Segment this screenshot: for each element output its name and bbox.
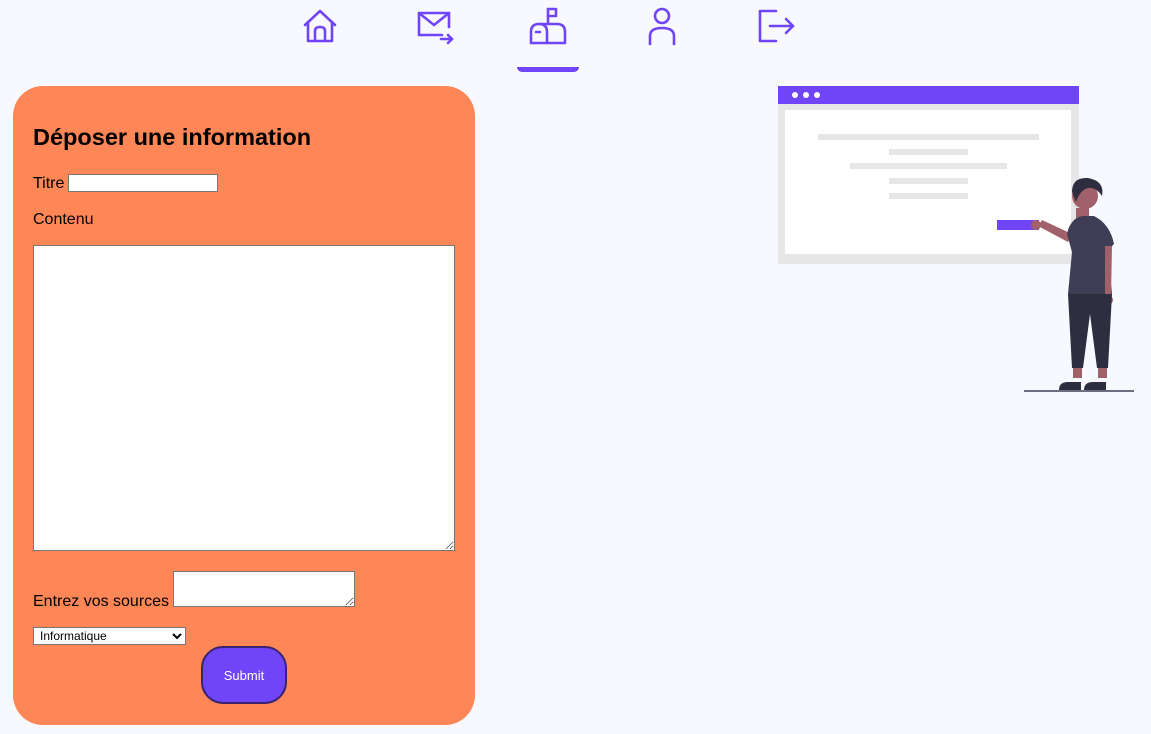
text-line [818, 134, 1039, 140]
submit-button[interactable]: Submit [201, 646, 287, 704]
mail-send-icon [417, 11, 454, 45]
contenu-textarea[interactable] [33, 245, 455, 551]
form-title: Déposer une information [33, 124, 312, 150]
text-line [850, 163, 1007, 169]
nav-home[interactable] [300, 6, 340, 46]
window-dot [814, 92, 820, 98]
deposit-form: Déposer une information Titre Contenu En… [13, 86, 475, 725]
window-dot [792, 92, 798, 98]
titre-input[interactable] [68, 174, 218, 192]
text-line [889, 178, 968, 184]
window-dot [803, 92, 809, 98]
browser-titlebar [778, 86, 1079, 104]
active-tab-indicator [517, 67, 579, 72]
mailbox-icon [529, 7, 567, 45]
nav-deposit[interactable] [528, 6, 568, 46]
text-line [889, 149, 968, 155]
top-navigation [0, 0, 1151, 75]
nav-messages[interactable] [414, 6, 454, 46]
logout-icon [758, 9, 795, 43]
sources-label: Entrez vos sources [33, 593, 170, 610]
nav-logout[interactable] [756, 6, 796, 46]
category-select[interactable]: Informatique [33, 627, 186, 645]
contenu-label: Contenu [33, 211, 94, 228]
titre-label: Titre [33, 175, 65, 192]
text-line [889, 193, 968, 199]
user-icon [648, 7, 676, 46]
person-presenting-illustration [778, 86, 1134, 392]
sources-textarea[interactable] [173, 571, 355, 607]
home-icon [303, 9, 337, 43]
nav-profile[interactable] [642, 6, 682, 46]
